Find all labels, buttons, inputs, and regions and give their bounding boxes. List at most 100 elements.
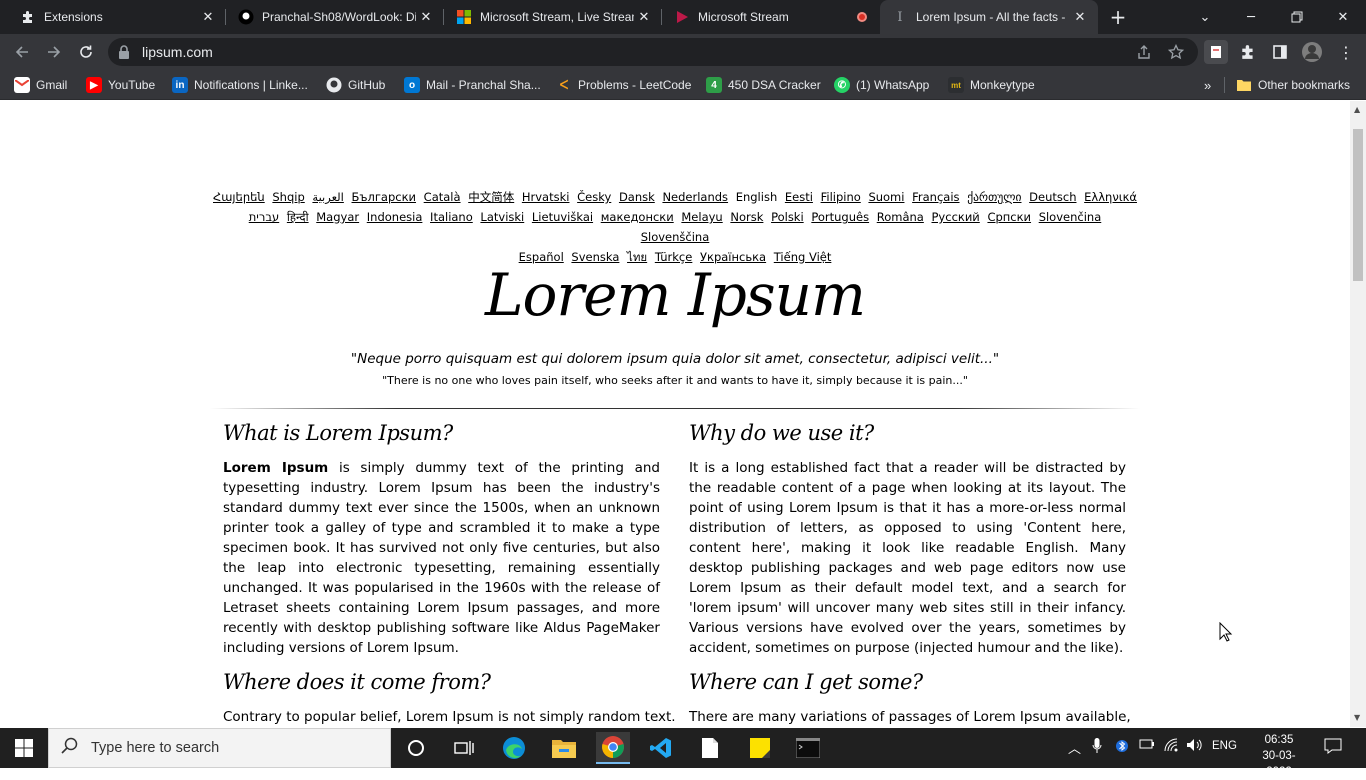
avatar[interactable] [1300,40,1324,64]
language-link[interactable]: Nederlands [662,190,728,204]
file-explorer-icon[interactable] [548,732,580,764]
system-clock[interactable]: 06:35 30-03-2022 [1256,732,1302,780]
terminal-icon[interactable] [792,732,824,764]
language-link[interactable]: Norsk [730,210,763,224]
bookmark-github[interactable]: GitHub [326,76,385,94]
language-link[interactable]: Filipino [821,190,861,204]
notification-center-icon[interactable] [1324,738,1342,757]
tab-extensions[interactable]: Extensions ✕ [8,0,226,34]
language-link[interactable]: Български [352,190,417,204]
windows-start-icon[interactable] [8,732,40,764]
wifi-icon[interactable] [1164,738,1180,755]
tab-search-chevron-icon[interactable]: ⌄ [1182,0,1228,34]
microphone-icon[interactable] [1092,738,1102,757]
language-link[interactable]: ქართული [967,190,1021,204]
language-link[interactable]: Polski [771,210,804,224]
language-link[interactable]: العربية [312,190,343,204]
tab-microsoft-stream-live[interactable]: Microsoft Stream, Live Stream ✕ [444,0,662,34]
language-link[interactable]: Česky [577,190,611,204]
vscode-icon[interactable] [645,732,677,764]
scroll-up-icon[interactable]: ▲ [1354,105,1360,114]
language-link[interactable]: Deutsch [1029,190,1076,204]
new-tab-button[interactable]: + [1096,0,1140,34]
maximize-button[interactable] [1274,0,1320,34]
language-link[interactable]: हिन्दी [287,210,309,224]
close-icon[interactable]: ✕ [1070,7,1090,27]
input-language[interactable]: ENG [1212,740,1237,752]
extensions-puzzle-icon[interactable] [1236,40,1260,64]
chrome-icon[interactable] [596,732,630,764]
menu-icon[interactable]: ⋮ [1334,40,1358,64]
battery-icon[interactable] [1139,738,1155,753]
language-link[interactable]: Ελληνικά [1084,190,1137,204]
minimize-button[interactable]: ─ [1228,0,1274,34]
language-link[interactable]: Lietuviškai [532,210,593,224]
scroll-down-icon[interactable]: ▼ [1354,713,1360,722]
language-link[interactable]: Српски [987,210,1031,224]
bookmark-450-dsa[interactable]: 4 450 DSA Cracker [706,76,821,94]
close-icon[interactable]: ✕ [634,7,654,27]
language-link[interactable]: עברית [249,210,279,224]
language-link[interactable]: Shqip [272,190,304,204]
sticky-notes-icon[interactable] [744,732,776,764]
chevron-double-right-icon[interactable]: » [1204,76,1211,94]
bookmark-youtube[interactable]: ▶ YouTube [86,76,155,94]
share-icon[interactable] [1132,40,1156,64]
language-link[interactable]: Slovenščina [641,230,710,244]
site-logo: Lorem Ipsum [484,261,866,329]
recording-icon[interactable] [852,7,872,27]
language-link[interactable]: Italiano [430,210,473,224]
lock-icon[interactable] [112,40,136,64]
back-icon[interactable] [10,40,34,64]
tab-lorem-ipsum[interactable]: I Lorem Ipsum - All the facts - ✕ [880,0,1098,34]
bookmark-gmail[interactable]: Gmail [14,76,67,94]
search-placeholder: Type here to search [91,740,220,756]
forward-icon[interactable] [42,40,66,64]
language-link[interactable]: Magyar [316,210,359,224]
notepad-icon[interactable] [694,732,726,764]
side-panel-icon[interactable] [1268,40,1292,64]
volume-icon[interactable] [1186,738,1204,755]
reload-icon[interactable] [74,40,98,64]
close-window-button[interactable]: ✕ [1320,0,1366,34]
taskbar-search[interactable]: Type here to search [48,728,391,768]
bookmark-linkedin[interactable]: in Notifications | Linke... [172,76,308,94]
tab-microsoft-stream[interactable]: Microsoft Stream [662,0,880,34]
language-link[interactable]: Português [811,210,869,224]
language-link[interactable]: Melayu [681,210,722,224]
close-icon[interactable]: ✕ [416,7,436,27]
language-link[interactable]: Eesti [785,190,813,204]
language-link[interactable]: Català [424,190,461,204]
language-link[interactable]: Latviski [480,210,524,224]
bookmark-leetcode[interactable]: ᐸ Problems - LeetCode [556,76,691,94]
language-link[interactable]: Dansk [619,190,655,204]
bookmark-whatsapp[interactable]: ✆ (1) WhatsApp [834,76,929,94]
language-link[interactable]: македонски [601,210,674,224]
language-link[interactable]: Româna [877,210,924,224]
page-scrollbar[interactable]: ▲ ▼ [1350,101,1366,727]
edge-icon[interactable] [498,732,530,764]
bookmark-mail[interactable]: o Mail - Pranchal Sha... [404,76,541,94]
bookmark-monkeytype[interactable]: mt Monkeytype [948,76,1035,94]
language-link[interactable]: 中文简体 [468,190,514,204]
chevron-up-icon[interactable]: ︿ [1068,738,1081,757]
language-link[interactable]: Hrvatski [522,190,570,204]
bookmark-star-icon[interactable] [1164,40,1188,64]
language-link[interactable]: Հայերեն [213,190,265,204]
close-icon[interactable]: ✕ [198,7,218,27]
language-link[interactable]: Pyccкий [932,210,980,224]
scroll-thumb[interactable] [1353,129,1363,281]
cortana-icon[interactable] [400,732,432,764]
language-link[interactable]: Slovenčina [1039,210,1102,224]
language-link[interactable]: Français [912,190,959,204]
stream-icon [674,9,690,25]
extension-pdf-icon[interactable] [1204,40,1228,64]
tab-github[interactable]: Pranchal-Sh08/WordLook: Di ✕ [226,0,444,34]
other-bookmarks-folder[interactable]: Other bookmarks [1236,76,1350,94]
bluetooth-icon[interactable] [1116,738,1128,757]
address-bar[interactable] [108,38,1198,66]
task-view-icon[interactable] [448,732,480,764]
language-link[interactable]: Suomi [868,190,904,204]
language-link[interactable]: Indonesia [367,210,423,224]
tab-title: Lorem Ipsum - All the facts - [916,10,1066,24]
